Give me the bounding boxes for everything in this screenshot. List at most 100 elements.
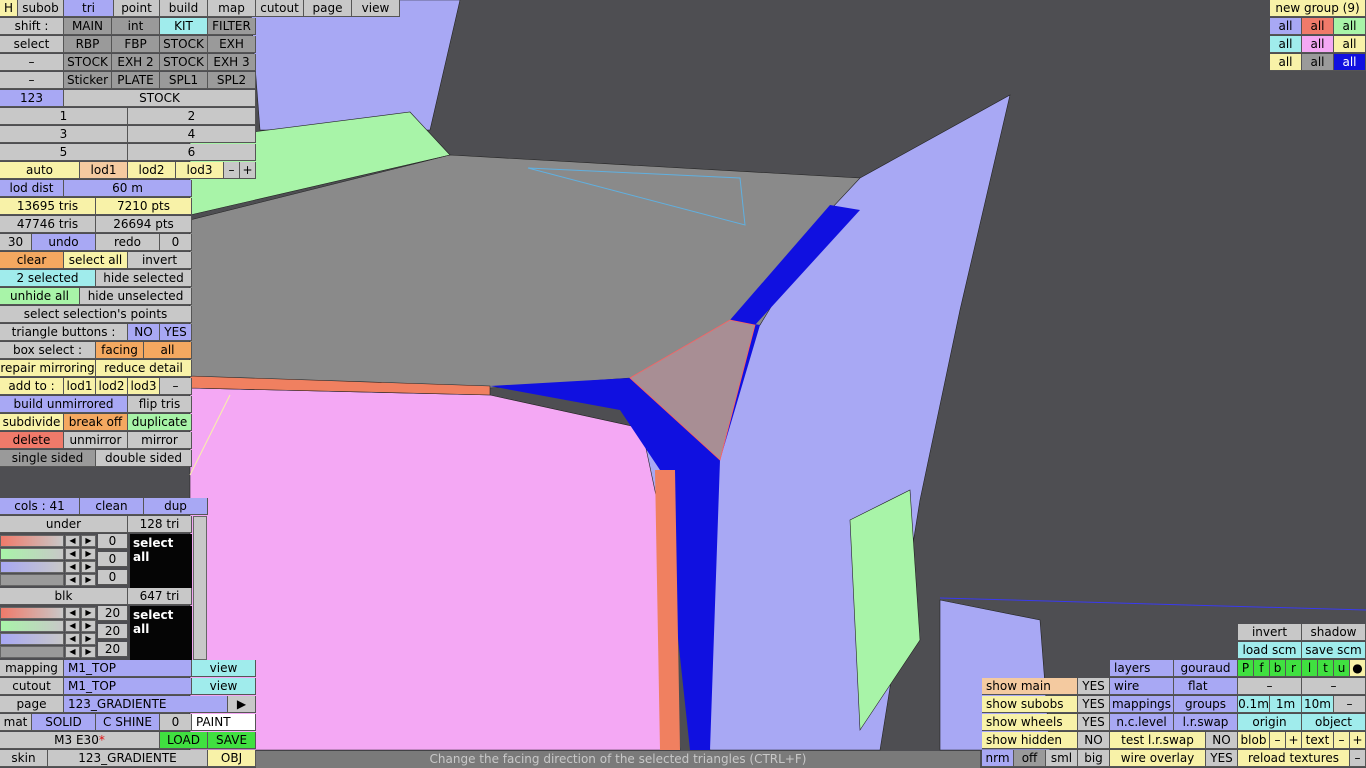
mat-shine-button[interactable]: C SHINE bbox=[96, 714, 160, 731]
load-button[interactable]: LOAD bbox=[160, 732, 208, 749]
mat-paint-button[interactable]: PAINT bbox=[192, 714, 256, 731]
number-3-button[interactable]: 3 bbox=[0, 126, 128, 143]
cutout-view-button[interactable]: view bbox=[192, 678, 256, 695]
blk-green-swatch[interactable] bbox=[0, 620, 64, 632]
blk-arrow-right-icon[interactable]: ▶ bbox=[81, 633, 96, 645]
mat-solid-button[interactable]: SOLID bbox=[32, 714, 96, 731]
subdivide-button[interactable]: subdivide bbox=[0, 414, 64, 431]
shift-main-button[interactable]: MAIN bbox=[64, 18, 112, 35]
show-wheels-button[interactable]: show wheels bbox=[982, 714, 1078, 731]
shadow-button[interactable]: shadow bbox=[1302, 624, 1366, 641]
group-plate-button[interactable]: PLATE bbox=[112, 72, 160, 89]
triangle-buttons-yes[interactable]: YES bbox=[160, 324, 192, 341]
hide-selected-button[interactable]: hide selected bbox=[96, 270, 192, 287]
hide-unselected-button[interactable]: hide unselected bbox=[80, 288, 192, 305]
blk-arrow-left-icon[interactable]: ◀ bbox=[65, 633, 80, 645]
select-all-button[interactable]: select all bbox=[64, 252, 128, 269]
repair-mirroring-button[interactable]: repair mirroring bbox=[0, 360, 96, 377]
unmirror-button[interactable]: unmirror bbox=[64, 432, 128, 449]
under-arrow-left-icon[interactable]: ◀ bbox=[65, 561, 80, 573]
grid-1m-button[interactable]: 1m bbox=[1270, 696, 1302, 713]
h-button[interactable]: H bbox=[0, 0, 18, 17]
blob-plus-button[interactable]: + bbox=[1286, 732, 1302, 749]
wire-overlay-toggle[interactable]: YES bbox=[1206, 750, 1238, 767]
lod-dist-value[interactable]: 60 m bbox=[64, 180, 192, 197]
dash-button-2[interactable]: – bbox=[1302, 678, 1366, 695]
test-lr-swap-button[interactable]: test l.r.swap bbox=[1110, 732, 1206, 749]
cutout-value[interactable]: M1_TOP bbox=[64, 678, 192, 695]
save-scm-button[interactable]: save scm bbox=[1302, 642, 1366, 659]
view-big-button[interactable]: big bbox=[1078, 750, 1110, 767]
material-blk-name[interactable]: blk bbox=[0, 588, 128, 605]
group-all-2[interactable]: all bbox=[1302, 18, 1334, 35]
blk-arrow-right-icon[interactable]: ▶ bbox=[81, 607, 96, 619]
show-hidden-toggle[interactable]: NO bbox=[1078, 732, 1110, 749]
add-to-lod2[interactable]: lod2 bbox=[96, 378, 128, 395]
select-exh-button[interactable]: EXH bbox=[208, 36, 256, 53]
under-red-swatch[interactable] bbox=[0, 535, 64, 547]
delete-button[interactable]: delete bbox=[0, 432, 64, 449]
blob-button[interactable]: blob bbox=[1238, 732, 1270, 749]
number-2-button[interactable]: 2 bbox=[128, 108, 256, 125]
view-u-button[interactable]: u bbox=[1334, 660, 1350, 677]
blk-gray-swatch[interactable] bbox=[0, 646, 64, 658]
group-spl1-button[interactable]: SPL1 bbox=[160, 72, 208, 89]
cols-dup-button[interactable]: dup bbox=[144, 498, 208, 515]
blk-arrow-left-icon[interactable]: ◀ bbox=[65, 620, 80, 632]
under-arrow-left-icon[interactable]: ◀ bbox=[65, 574, 80, 586]
show-main-button[interactable]: show main bbox=[982, 678, 1078, 695]
obj-button[interactable]: OBJ bbox=[208, 750, 256, 767]
duplicate-button[interactable]: duplicate bbox=[128, 414, 192, 431]
shift-int-button[interactable]: int bbox=[112, 18, 160, 35]
group-all-1[interactable]: all bbox=[1270, 18, 1302, 35]
group-stock-button[interactable]: STOCK bbox=[64, 54, 112, 71]
cutout-tab[interactable]: cutout bbox=[256, 0, 304, 17]
material-under-name[interactable]: under bbox=[0, 516, 128, 533]
build-tab[interactable]: build bbox=[160, 0, 208, 17]
view-b-button[interactable]: b bbox=[1270, 660, 1286, 677]
redo-button[interactable]: redo bbox=[96, 234, 160, 251]
number-6-button[interactable]: 6 bbox=[128, 144, 256, 161]
group-all-7[interactable]: all bbox=[1270, 54, 1302, 71]
show-hidden-button[interactable]: show hidden bbox=[982, 732, 1078, 749]
under-arrow-right-icon[interactable]: ▶ bbox=[81, 548, 96, 560]
under-select-all-button[interactable]: select all bbox=[130, 534, 192, 588]
tri-tab[interactable]: tri bbox=[64, 0, 114, 17]
select-rbp-button[interactable]: RBP bbox=[64, 36, 112, 53]
under-blue-swatch[interactable] bbox=[0, 561, 64, 573]
layers-button[interactable]: layers bbox=[1110, 660, 1174, 677]
text-button[interactable]: text bbox=[1302, 732, 1334, 749]
group-exh2-button[interactable]: EXH 2 bbox=[112, 54, 160, 71]
view-r-button[interactable]: r bbox=[1286, 660, 1302, 677]
shift-filter-button[interactable]: FILTER bbox=[208, 18, 256, 35]
save-button[interactable]: SAVE bbox=[208, 732, 256, 749]
point-tab[interactable]: point bbox=[114, 0, 160, 17]
invert-button[interactable]: invert bbox=[128, 252, 192, 269]
view-sml-button[interactable]: sml bbox=[1046, 750, 1078, 767]
build-unmirrored-button[interactable]: build unmirrored bbox=[0, 396, 128, 413]
box-select-facing[interactable]: facing bbox=[96, 342, 144, 359]
gouraud-button[interactable]: gouraud bbox=[1174, 660, 1238, 677]
reload-textures-button[interactable]: reload textures bbox=[1238, 750, 1350, 767]
blk-arrow-right-icon[interactable]: ▶ bbox=[81, 646, 96, 658]
page-next-icon[interactable]: ▶ bbox=[228, 696, 256, 713]
view-t-button[interactable]: t bbox=[1318, 660, 1334, 677]
under-arrow-left-icon[interactable]: ◀ bbox=[65, 535, 80, 547]
grid-01m-button[interactable]: 0.1m bbox=[1238, 696, 1270, 713]
group-sticker-button[interactable]: Sticker bbox=[64, 72, 112, 89]
show-subobs-button[interactable]: show subobs bbox=[982, 696, 1078, 713]
lod1-button[interactable]: lod1 bbox=[80, 162, 128, 179]
group-number[interactable]: 123 bbox=[0, 90, 64, 107]
shift-kit-button[interactable]: KIT bbox=[160, 18, 208, 35]
cols-scrollbar[interactable] bbox=[193, 516, 207, 660]
view-tab[interactable]: view bbox=[352, 0, 400, 17]
under-arrow-right-icon[interactable]: ▶ bbox=[81, 574, 96, 586]
under-arrow-right-icon[interactable]: ▶ bbox=[81, 561, 96, 573]
grid-minus-button[interactable]: – bbox=[1334, 696, 1366, 713]
group-all-8[interactable]: all bbox=[1302, 54, 1334, 71]
groups-button[interactable]: groups bbox=[1174, 696, 1238, 713]
test-lr-swap-toggle[interactable]: NO bbox=[1206, 732, 1238, 749]
text-plus-button[interactable]: + bbox=[1350, 732, 1366, 749]
invert-view-button[interactable]: invert bbox=[1238, 624, 1302, 641]
page-tab[interactable]: page bbox=[304, 0, 352, 17]
